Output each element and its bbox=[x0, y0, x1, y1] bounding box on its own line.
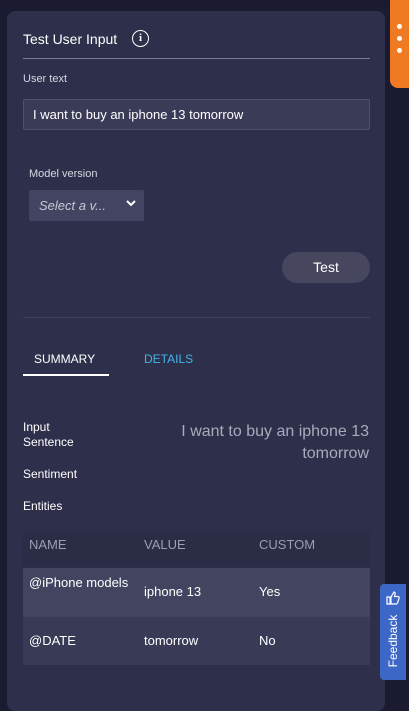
chevron-down-icon bbox=[126, 197, 136, 212]
table-header: NAME VALUE CUSTOM bbox=[23, 531, 370, 567]
user-text-input[interactable]: I want to buy an iphone 13 tomorrow bbox=[23, 99, 370, 130]
entity-value-cell: iphone 13 bbox=[144, 584, 202, 599]
tab-summary[interactable]: SUMMARY bbox=[34, 352, 95, 366]
entities-label: Entities bbox=[23, 499, 63, 513]
panel-title: Test User Input bbox=[23, 31, 118, 47]
model-version-select[interactable]: Select a v... bbox=[29, 190, 144, 221]
dot bbox=[397, 36, 402, 41]
dot bbox=[397, 48, 402, 53]
model-version-label: Model version bbox=[29, 168, 98, 180]
feedback-label-wrap: Feedback bbox=[380, 584, 406, 680]
column-header-custom: CUSTOM bbox=[259, 537, 316, 552]
user-text-label: User text bbox=[23, 73, 68, 85]
model-version-placeholder: Select a v... bbox=[39, 198, 106, 213]
entity-custom-cell: No bbox=[259, 633, 276, 648]
column-header-name: NAME bbox=[29, 537, 67, 552]
input-sentence-value: I want to buy an iphone 13 tomorrow bbox=[181, 423, 369, 462]
entity-name-cell: @DATE bbox=[29, 633, 76, 648]
info-icon[interactable]: i bbox=[132, 30, 149, 47]
header-divider bbox=[23, 58, 370, 59]
tab-details[interactable]: DETAILS bbox=[144, 352, 193, 366]
side-menu-tab[interactable] bbox=[390, 0, 409, 88]
entity-value-cell: tomorrow bbox=[144, 633, 199, 648]
table-row[interactable]: @iPhone models iphone 13 Yes bbox=[23, 568, 370, 617]
section-divider bbox=[23, 317, 370, 318]
table-row[interactable]: @DATE tomorrow No bbox=[23, 617, 370, 665]
active-tab-indicator bbox=[23, 374, 109, 376]
feedback-button[interactable]: Feedback bbox=[380, 584, 406, 680]
input-sentence-label: Input Sentence bbox=[23, 420, 74, 449]
entity-custom-cell: Yes bbox=[259, 584, 281, 599]
dot bbox=[397, 24, 402, 29]
test-user-input-panel: Test User Input i User text I want to bu… bbox=[7, 11, 385, 711]
test-button[interactable]: Test bbox=[282, 252, 370, 283]
entity-name-cell: @iPhone models bbox=[29, 575, 129, 590]
sentiment-label: Sentiment bbox=[23, 467, 78, 481]
column-header-value: VALUE bbox=[144, 537, 186, 552]
feedback-label: Feedback bbox=[386, 614, 400, 668]
